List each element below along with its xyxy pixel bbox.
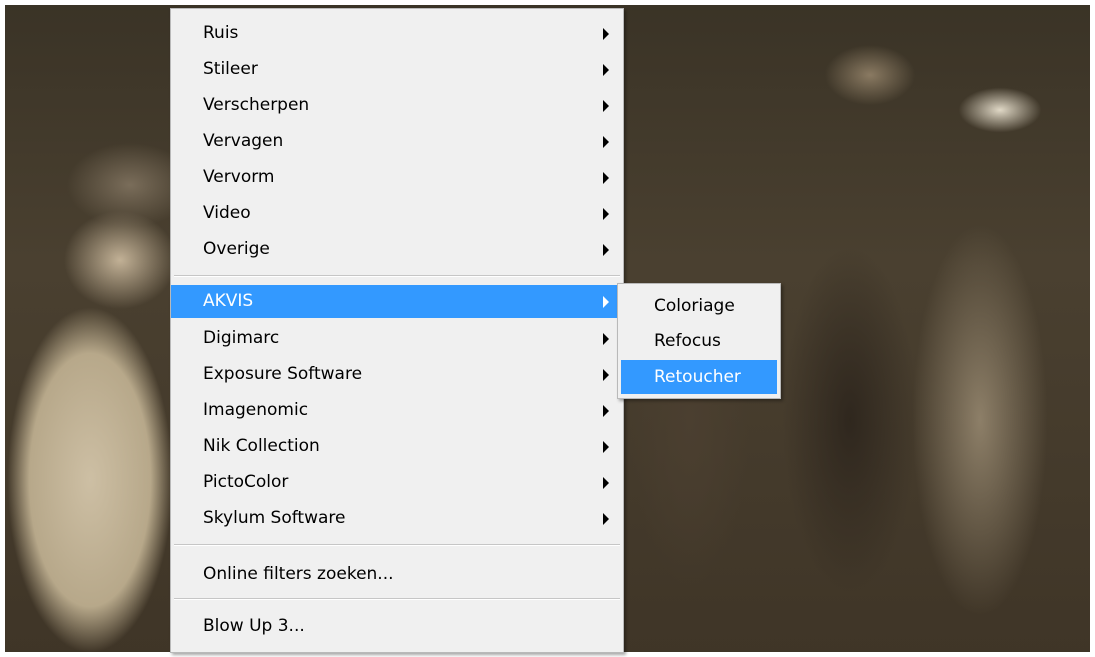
- menu-item-skylum-software[interactable]: Skylum Software: [171, 502, 623, 535]
- menu-item-online-filters[interactable]: Online filters zoeken...: [171, 558, 623, 591]
- menu-item-label: Vervorm: [203, 167, 275, 187]
- chevron-right-icon: [603, 208, 609, 220]
- menu-item-label: Stileer: [203, 59, 258, 79]
- submenu-item-retoucher[interactable]: Retoucher: [621, 360, 777, 394]
- menu-item-label: AKVIS: [203, 291, 254, 311]
- submenu-item-refocus[interactable]: Refocus: [621, 324, 777, 358]
- menu-item-vervagen[interactable]: Vervagen: [171, 125, 623, 158]
- chevron-right-icon: [603, 477, 609, 489]
- menu-item-vervorm[interactable]: Vervorm: [171, 161, 623, 194]
- menu-item-akvis[interactable]: AKVIS: [171, 285, 623, 318]
- menu-item-label: Nik Collection: [203, 436, 320, 456]
- chevron-right-icon: [603, 28, 609, 40]
- chevron-right-icon: [603, 136, 609, 148]
- menu-item-label: Ruis: [203, 23, 239, 43]
- menu-separator: [174, 544, 620, 546]
- submenu-item-label: Coloriage: [654, 296, 735, 316]
- chevron-right-icon: [603, 513, 609, 525]
- menu-item-stileer[interactable]: Stileer: [171, 53, 623, 86]
- chevron-right-icon: [603, 441, 609, 453]
- menu-item-video[interactable]: Video: [171, 197, 623, 230]
- menu-item-label: Exposure Software: [203, 364, 363, 384]
- menu-item-imagenomic[interactable]: Imagenomic: [171, 394, 623, 427]
- menu-item-label: Verscherpen: [203, 95, 310, 115]
- menu-item-exposure-software[interactable]: Exposure Software: [171, 358, 623, 391]
- menu-item-nik-collection[interactable]: Nik Collection: [171, 430, 623, 463]
- menu-item-label: Imagenomic: [203, 400, 309, 420]
- chevron-right-icon: [603, 296, 609, 308]
- menu-item-label: Blow Up 3...: [203, 616, 305, 636]
- menu-separator: [174, 275, 620, 277]
- menu-separator: [174, 598, 620, 600]
- menu-item-overige[interactable]: Overige: [171, 233, 623, 266]
- chevron-right-icon: [603, 64, 609, 76]
- chevron-right-icon: [603, 244, 609, 256]
- menu-item-pictocolor[interactable]: PictoColor: [171, 466, 623, 499]
- menu-item-label: Vervagen: [203, 131, 284, 151]
- chevron-right-icon: [603, 405, 609, 417]
- menu-item-label: Online filters zoeken...: [203, 564, 394, 584]
- menu-item-ruis[interactable]: Ruis: [171, 17, 623, 50]
- akvis-submenu: Coloriage Refocus Retoucher: [617, 283, 781, 399]
- menu-item-label: PictoColor: [203, 472, 289, 492]
- menu-item-label: Skylum Software: [203, 508, 346, 528]
- menu-item-verscherpen[interactable]: Verscherpen: [171, 89, 623, 122]
- chevron-right-icon: [603, 100, 609, 112]
- menu-item-blow-up-3[interactable]: Blow Up 3...: [171, 610, 623, 643]
- menu-item-label: Overige: [203, 239, 270, 259]
- chevron-right-icon: [603, 333, 609, 345]
- submenu-item-coloriage[interactable]: Coloriage: [621, 289, 777, 323]
- submenu-item-label: Retoucher: [654, 367, 741, 387]
- menu-item-digimarc[interactable]: Digimarc: [171, 322, 623, 355]
- filter-menu: Ruis Stileer Verscherpen Vervagen Vervor…: [170, 8, 624, 653]
- menu-item-label: Digimarc: [203, 328, 280, 348]
- submenu-item-label: Refocus: [654, 331, 721, 351]
- chevron-right-icon: [603, 172, 609, 184]
- menu-item-label: Video: [203, 203, 251, 223]
- chevron-right-icon: [603, 369, 609, 381]
